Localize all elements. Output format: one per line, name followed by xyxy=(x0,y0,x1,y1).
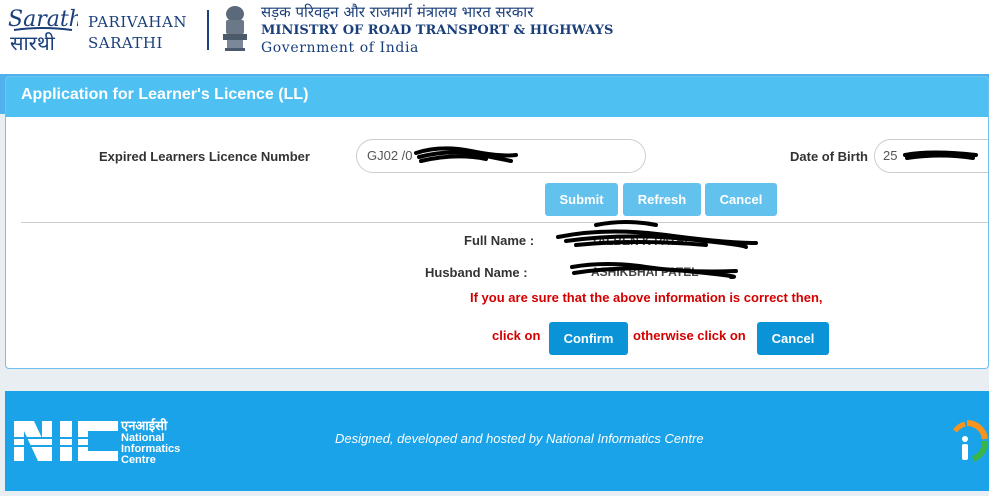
svg-text:सारथी: सारथी xyxy=(10,31,56,54)
brand-name: PARIVAHAN SARATHI xyxy=(88,12,187,54)
nic-hindi: एनआईसी xyxy=(121,418,168,433)
ministry-english: MINISTRY OF ROAD TRANSPORT & HIGHWAYS xyxy=(261,23,614,38)
digital-india-icon xyxy=(952,419,988,462)
national-emblem-icon xyxy=(223,6,247,51)
dob-label: Date of Birth xyxy=(790,149,868,164)
header-divider xyxy=(207,10,209,50)
full-name-value: TALBEN K PATEL xyxy=(591,234,692,248)
husband-name-value: ASHIKBHAI PATEL xyxy=(591,265,699,279)
confirm-cancel-button[interactable]: Cancel xyxy=(757,322,829,355)
government-of-india: Government of India xyxy=(261,40,419,56)
nic-logo-icon xyxy=(14,421,118,461)
nic-wordmark: एनआईसी National Informatics Centre xyxy=(121,418,180,466)
otherwise-label: otherwise click on xyxy=(633,328,746,343)
ll-number-value: GJ02 /0 xyxy=(367,148,413,163)
ministry-block: सड़क परिवहन और राजमार्ग मंत्रालय भारत सर… xyxy=(261,3,613,58)
submit-button[interactable]: Submit xyxy=(545,183,618,216)
footer-credit: Designed, developed and hosted by Nation… xyxy=(335,431,704,446)
nic-line-centre: Centre xyxy=(121,454,156,466)
dob-input[interactable]: 25 xyxy=(874,139,988,173)
confirmation-message: If you are sure that the above informati… xyxy=(470,290,823,305)
refresh-button[interactable]: Refresh xyxy=(623,183,701,216)
brand-line-sarathi: SARATHI xyxy=(88,34,163,52)
sarathi-logo-icon[interactable]: Sarathi सारथी xyxy=(6,4,78,54)
ll-number-input[interactable]: GJ02 /0 xyxy=(356,139,646,173)
husband-name-label: Husband Name : xyxy=(425,265,528,280)
site-header: Sarathi सारथी PARIVAHAN SARATHI सड़क परि… xyxy=(0,0,989,74)
dob-value: 25 xyxy=(883,148,898,163)
section-divider xyxy=(21,222,988,223)
full-name-label: Full Name : xyxy=(464,233,535,248)
ministry-hindi: सड़क परिवहन और राजमार्ग मंत्रालय भारत सर… xyxy=(261,3,534,21)
brand-line-parivahan: PARIVAHAN xyxy=(88,13,187,31)
panel-title: Application for Learner's Licence (LL) xyxy=(21,86,309,103)
click-on-label: click on xyxy=(492,328,541,343)
cancel-button[interactable]: Cancel xyxy=(705,183,777,216)
site-footer: एनआईसी National Informatics Centre Desig… xyxy=(5,391,989,491)
panel-header: Application for Learner's Licence (LL) xyxy=(6,77,988,117)
application-panel: Application for Learner's Licence (LL) E… xyxy=(5,76,989,369)
confirm-button[interactable]: Confirm xyxy=(549,322,628,355)
ll-number-label: Expired Learners Licence Number xyxy=(99,149,310,164)
